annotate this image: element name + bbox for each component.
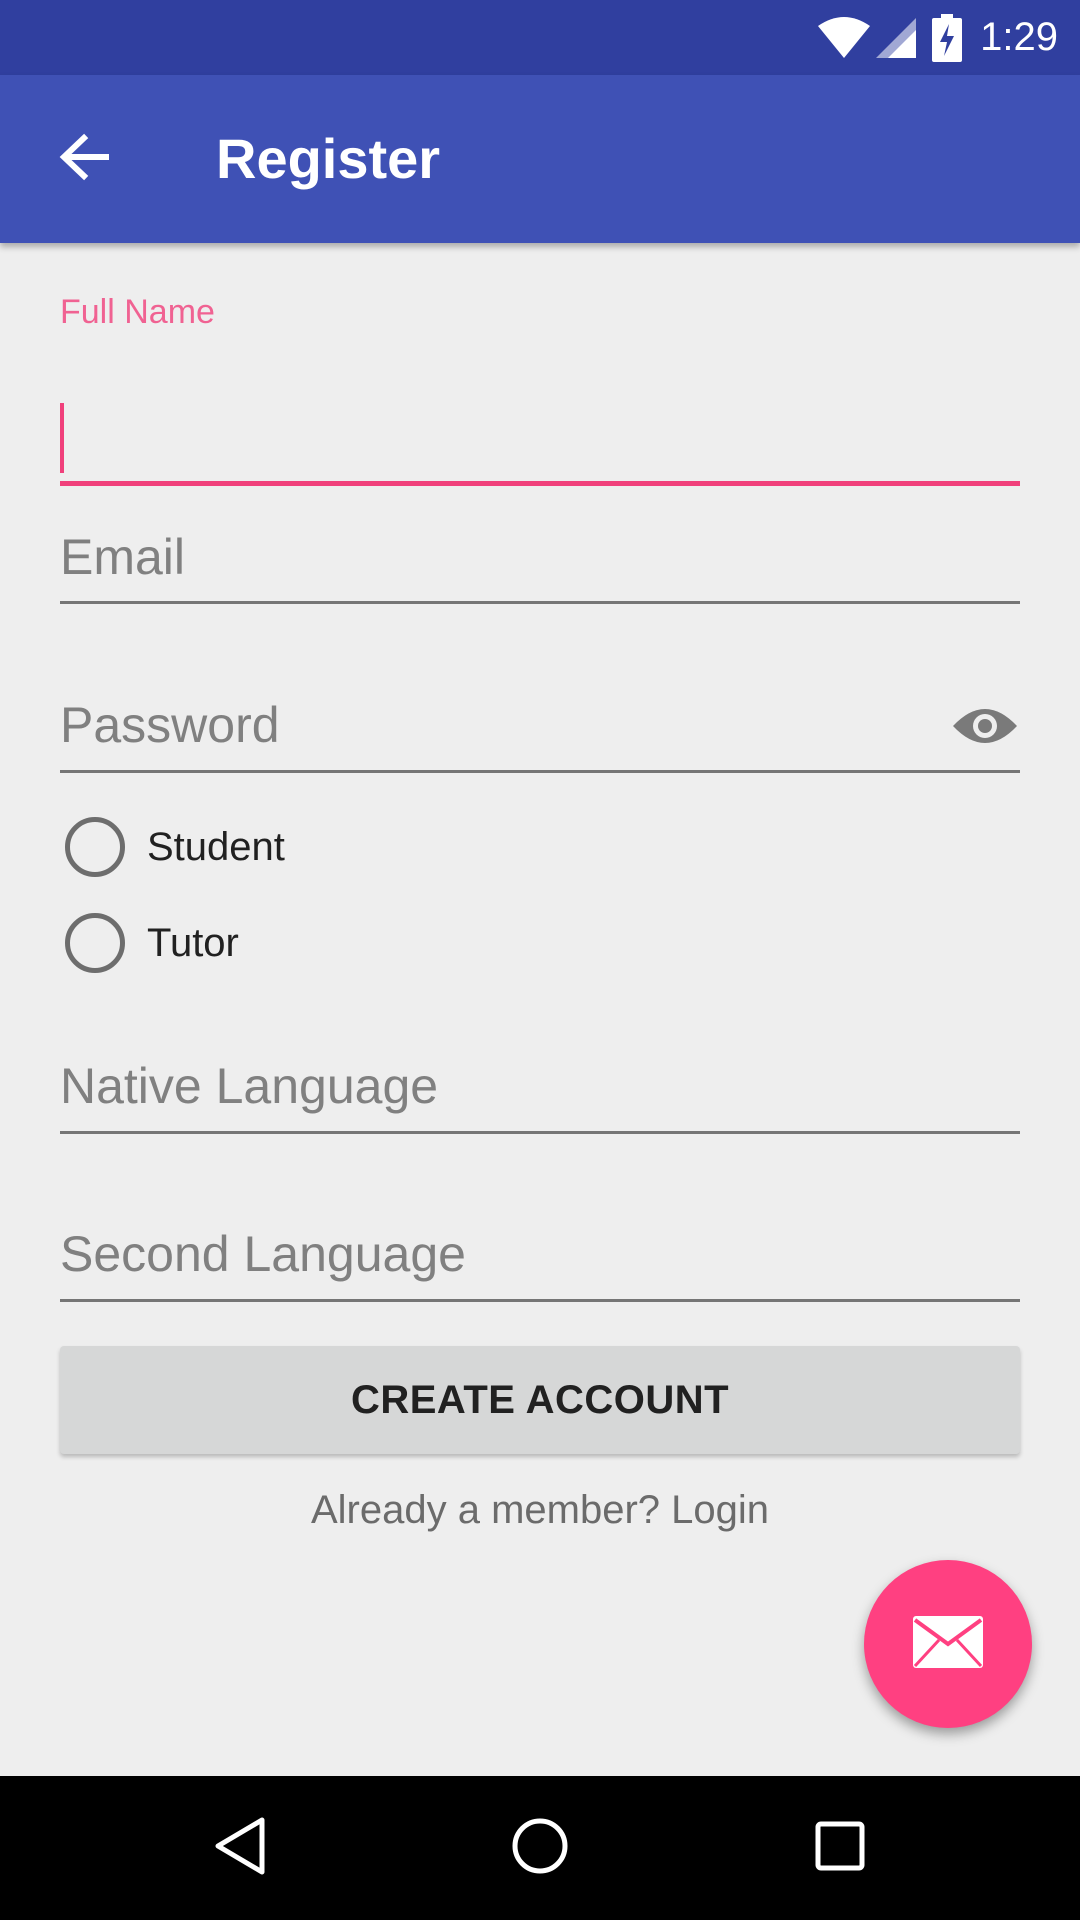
status-bar: 1:29 bbox=[0, 0, 1080, 75]
radio-circle-tutor[interactable] bbox=[65, 913, 125, 973]
status-icons: 1:29 bbox=[816, 0, 1058, 75]
native-language-placeholder[interactable]: Native Language bbox=[60, 1057, 438, 1115]
second-language-underline bbox=[60, 1299, 1020, 1302]
mail-icon bbox=[911, 1614, 985, 1675]
eye-icon bbox=[951, 704, 1019, 753]
full-name-underline bbox=[60, 481, 1020, 486]
full-name-field[interactable]: Full Name bbox=[60, 293, 1020, 486]
email-underline bbox=[60, 601, 1020, 604]
password-visibility-toggle[interactable] bbox=[950, 698, 1020, 758]
wifi-icon bbox=[816, 16, 872, 60]
native-language-underline bbox=[60, 1131, 1020, 1134]
page-title: Register bbox=[216, 127, 441, 190]
back-button[interactable] bbox=[44, 119, 124, 199]
email-placeholder: Email bbox=[60, 529, 186, 585]
create-account-button[interactable]: CREATE ACCOUNT bbox=[60, 1346, 1020, 1454]
radio-circle-student[interactable] bbox=[65, 817, 125, 877]
back-triangle-icon bbox=[212, 1816, 268, 1881]
email-field[interactable] bbox=[60, 523, 1020, 648]
full-name-label: Full Name bbox=[60, 293, 215, 331]
mail-fab-button[interactable] bbox=[864, 1560, 1032, 1728]
app-bar: Register bbox=[0, 75, 1080, 243]
status-time: 1:29 bbox=[980, 15, 1058, 59]
radio-tutor[interactable]: Tutor bbox=[60, 908, 239, 978]
second-language-placeholder[interactable]: Second Language bbox=[60, 1225, 466, 1283]
radio-student[interactable]: Student bbox=[60, 812, 285, 882]
radio-label-tutor: Tutor bbox=[147, 920, 239, 965]
password-placeholder[interactable]: Password bbox=[60, 696, 280, 754]
recents-square-icon bbox=[814, 1820, 866, 1877]
nav-recents-button[interactable] bbox=[790, 1798, 890, 1898]
radio-label-student: Student bbox=[147, 824, 285, 869]
cell-signal-icon bbox=[874, 16, 918, 60]
password-underline bbox=[60, 770, 1020, 773]
text-cursor bbox=[60, 403, 64, 473]
nav-home-button[interactable] bbox=[490, 1798, 590, 1898]
nav-back-button[interactable] bbox=[190, 1798, 290, 1898]
arrow-back-icon bbox=[58, 133, 110, 186]
home-circle-icon bbox=[511, 1817, 569, 1880]
login-link[interactable]: Already a member? Login bbox=[60, 1488, 1020, 1533]
system-nav-bar bbox=[0, 1776, 1080, 1920]
battery-charging-icon bbox=[932, 13, 963, 62]
